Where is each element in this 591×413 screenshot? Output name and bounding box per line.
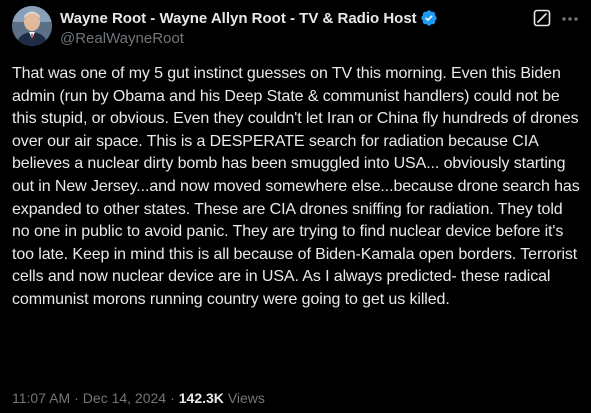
tweet-post: Wayne Root - Wayne Allyn Root - TV & Rad… <box>0 0 591 413</box>
verified-badge-icon <box>420 9 438 27</box>
tweet-meta: 11:07 AM · Dec 14, 2024 · 142.3K Views <box>12 390 265 406</box>
name-row: Wayne Root - Wayne Allyn Root - TV & Rad… <box>60 8 438 28</box>
author-header: Wayne Root - Wayne Allyn Root - TV & Rad… <box>60 8 438 47</box>
views-label: Views <box>227 390 265 406</box>
views-count[interactable]: 142.3K <box>179 390 224 406</box>
profile-photo <box>12 6 52 46</box>
author-handle[interactable]: @RealWayneRoot <box>60 30 438 47</box>
author-avatar[interactable] <box>12 6 52 46</box>
more-options-icon[interactable] <box>560 9 580 29</box>
meta-separator: · <box>170 390 175 406</box>
tweet-time[interactable]: 11:07 AM <box>12 390 70 406</box>
author-display-name[interactable]: Wayne Root - Wayne Allyn Root - TV & Rad… <box>60 10 417 27</box>
tweet-text: That was one of my 5 gut instinct guesse… <box>12 65 580 308</box>
grok-icon[interactable] <box>533 9 551 27</box>
tweet-date[interactable]: Dec 14, 2024 <box>83 390 166 406</box>
meta-separator: · <box>74 390 79 406</box>
